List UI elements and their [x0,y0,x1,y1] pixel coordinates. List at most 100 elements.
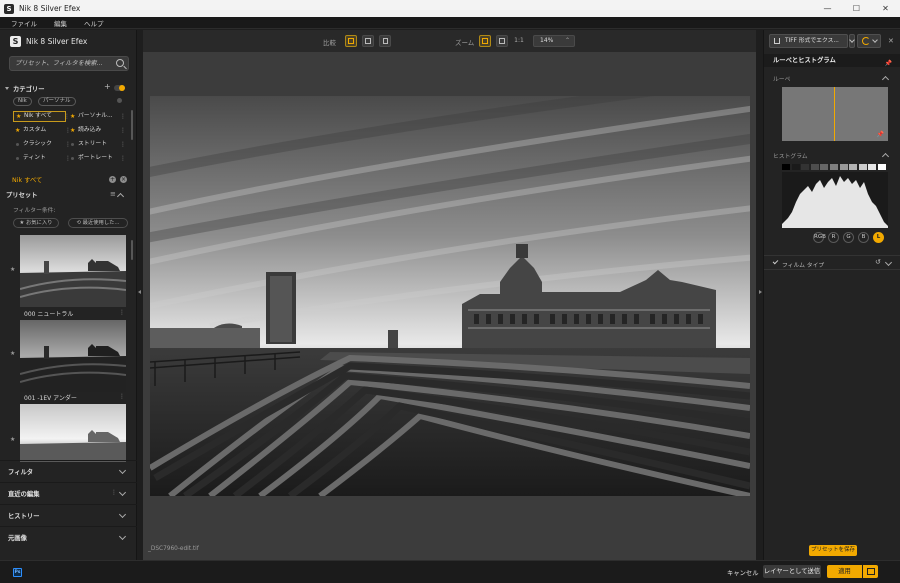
fold-filter[interactable]: フィルタ [0,460,137,482]
loupe-guide-line [834,87,835,141]
search-icon[interactable] [116,59,124,67]
category-toggle[interactable] [114,85,125,91]
menu-edit[interactable]: 編集 [54,18,67,28]
zone-swatch[interactable] [820,164,829,170]
export-format-button[interactable]: TIFF 形式でエクス... [769,34,848,48]
chip-personal[interactable]: パーソナル [38,97,76,106]
apply-button[interactable]: 適用 [827,565,862,578]
fold-history[interactable]: ヒストリー [0,504,137,526]
favorites-filter[interactable]: ★ お気に入り [13,218,59,228]
apply-options-button[interactable] [863,565,878,578]
chevron-down-icon[interactable] [884,258,893,267]
more-icon[interactable]: ⋮ [120,139,126,150]
minimize-button[interactable]: — [813,0,842,17]
zone-swatch[interactable] [858,164,867,170]
reset-icon[interactable]: ↺ [875,258,881,266]
preset-thumbnail[interactable] [20,404,126,462]
preset-thumbnail[interactable] [20,320,126,392]
favorite-star-icon[interactable]: ★ [10,266,15,273]
zone-swatch[interactable] [782,164,790,170]
more-icon[interactable]: ⋮ [120,111,126,122]
more-icon[interactable]: ⋮ [120,153,126,164]
more-icon[interactable]: ⋮ [119,393,125,400]
category-nik-all[interactable]: ★ Nik すべて ⋮ [13,111,70,122]
compare-before-after-button[interactable] [345,35,357,47]
save-preset-button[interactable]: プリセットを保存 [809,545,857,556]
zone-swatch[interactable] [849,164,858,170]
current-category: Nik すべて [12,177,43,184]
cancel-button[interactable]: キャンセル [727,568,758,577]
more-icon[interactable]: ⋮ [119,309,125,316]
presets-header[interactable]: プリセット [0,188,137,200]
zone-swatches[interactable] [782,164,888,170]
favorite-star-icon[interactable]: ★ [10,436,15,443]
chip-more-icon[interactable] [117,98,122,103]
zoom-fill-button[interactable] [496,35,508,47]
loupe-view[interactable]: 📌 [782,87,888,141]
channel-b-button[interactable]: B [858,232,869,243]
zone-swatch[interactable] [801,164,810,170]
zoom-1-1-button[interactable]: 1:1 [512,35,526,47]
window-title: Nik 8 Silver Efex [19,4,81,13]
check-icon[interactable] [772,258,779,265]
menu-file[interactable]: ファイル [11,18,37,28]
category-label: カスタム [23,127,47,133]
category-import[interactable]: ★ 読み込み ⋮ [68,125,126,136]
pin-icon[interactable]: 📌 [885,57,892,70]
category-street[interactable]: ストリート ⋮ [68,139,126,150]
category-scrollbar[interactable] [131,110,133,140]
more-icon[interactable]: ⋮ [111,489,117,496]
zone-swatch[interactable] [791,164,800,170]
fold-recent-edits[interactable]: 直近の編集 ⋮ [0,482,137,504]
film-type-section[interactable]: フィルム タイプ ↺ [764,255,900,270]
zone-swatch[interactable] [868,164,877,170]
zone-swatch[interactable] [839,164,848,170]
channel-rgb-button[interactable]: RGB [813,232,826,243]
list-view-icon[interactable]: ≡ [110,190,116,198]
zoom-level-select[interactable]: 14% [533,35,575,47]
canvas-area: 比較 ズーム 1:1 14% ⌃ _DSC7960-edit.tif [143,30,756,560]
close-panel-icon[interactable]: ✕ [888,37,894,45]
chevron-up-icon[interactable] [881,152,890,161]
export-dropdown[interactable] [849,34,855,48]
category-custom[interactable]: ★ カスタム ⋮ [13,125,71,136]
recent-filter[interactable]: ⟲ 最近使用した... [68,218,128,228]
close-button[interactable]: ✕ [871,0,900,17]
preview-image[interactable] [150,96,750,496]
category-tint[interactable]: ティント ⋮ [13,153,71,164]
channel-r-button[interactable]: R [828,232,839,243]
compare-delete-button[interactable] [379,35,391,47]
remove-preset-icon[interactable]: × [120,176,127,183]
chip-nik[interactable]: Nik [13,97,32,106]
processing-menu-button[interactable] [857,34,881,48]
menu-help[interactable]: ヘルプ [84,18,104,28]
category-classic[interactable]: クラシック ⋮ [13,139,71,150]
preset-thumbnail[interactable] [20,235,126,307]
zone-swatch[interactable] [810,164,819,170]
category-label: ストリート [78,141,107,147]
search-input[interactable] [10,57,110,70]
maximize-button[interactable]: ☐ [842,0,871,17]
category-personal[interactable]: ★ パーソナル... ⋮ [68,111,126,122]
zone-swatch[interactable] [829,164,838,170]
add-preset-icon[interactable]: + [109,176,116,183]
chevron-down-icon [118,466,127,475]
add-category-icon[interactable]: + [104,83,111,91]
channel-g-button[interactable]: G [843,232,854,243]
preset-name: 000 ニュートラル [24,311,74,318]
compare-split-button[interactable] [362,35,374,47]
pin-icon[interactable]: 📌 [877,131,884,138]
channel-l-button[interactable]: L [873,232,884,243]
zone-swatch[interactable] [877,164,886,170]
favorite-star-icon[interactable]: ★ [10,350,15,357]
zoom-fit-button[interactable] [479,35,491,47]
more-icon[interactable]: ⋮ [120,125,126,136]
category-portrait[interactable]: ポートレート ⋮ [68,153,126,164]
fold-original[interactable]: 元画像 [0,526,137,548]
collapse-right-panel-icon[interactable] [759,290,762,294]
collapse-left-panel-icon[interactable] [138,290,141,294]
send-as-layer-button[interactable]: レイヤーとして送信 [763,565,821,578]
chevron-up-icon[interactable] [881,75,890,84]
chevron-down-icon [118,488,127,497]
presets-scrollbar[interactable] [131,240,133,260]
